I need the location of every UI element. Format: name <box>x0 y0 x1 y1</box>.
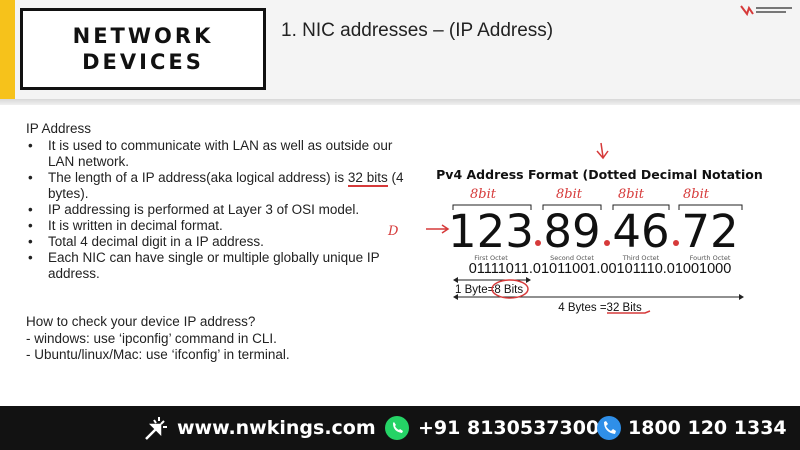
binary-representation: 01111011.01011001.00101110.01001000 <box>469 261 732 277</box>
howto-unix: - Ubuntu/linux/Mac: use ‘ifconfig’ in te… <box>26 347 290 362</box>
header-accent-bar <box>0 0 15 102</box>
bullet-item: IP addressing is performed at Layer 3 of… <box>28 202 408 218</box>
header-shadow <box>0 99 800 105</box>
ip-bullet-list: It is used to communicate with LAN as we… <box>28 138 408 282</box>
bytes-label: 4 Bytes =32 Bits <box>558 302 642 314</box>
ipv4-diagram-svg: IPv4 Address Format (Dotted Decimal Nota… <box>437 167 763 314</box>
howto-section: How to check your device IP address? - w… <box>26 314 290 364</box>
cursor-click-icon <box>145 417 167 440</box>
bullet-item-length: The length of a IP address(aka logical a… <box>28 170 408 202</box>
ipv4-format-diagram: IPv4 Address Format (Dotted Decimal Nota… <box>437 150 763 334</box>
octet-1: 123 <box>448 205 534 258</box>
whatsapp-number[interactable]: +91 8130537300 <box>418 417 599 439</box>
bullet-text: The length of a IP address(aka logical a… <box>48 170 348 185</box>
diagram-title: IPv4 Address Format (Dotted Decimal Nota… <box>437 167 763 182</box>
howto-windows: - windows: use ‘ipconfig’ command in CLI… <box>26 330 277 346</box>
badge-line2: DEVICES <box>82 50 204 74</box>
website-link[interactable]: www.nwkings.com <box>177 417 376 439</box>
bullet-item: It is written in decimal format. <box>28 218 408 234</box>
howto-question: How to check your device IP address? <box>26 314 256 329</box>
ip-address-heading: IP Address <box>26 121 92 136</box>
brand-logo <box>740 5 792 16</box>
highlight-32-bits: 32 bits <box>347 170 388 187</box>
phone-icon <box>597 416 621 440</box>
octet-2: 89 <box>543 205 600 258</box>
whatsapp-icon <box>385 416 409 440</box>
octet-3: 46 <box>612 205 669 258</box>
network-devices-badge: NETWORK DEVICES <box>20 8 266 90</box>
badge-line1: NETWORK <box>72 24 214 48</box>
contact-footer: www.nwkings.com +91 8130537300 1800 120 … <box>0 406 800 450</box>
phone-number[interactable]: 1800 120 1334 <box>628 417 787 439</box>
byte-label: 1 Byte=8 Bits <box>455 284 523 296</box>
bullet-item: It is used to communicate with LAN as we… <box>28 138 408 170</box>
slide-title: 1. NIC addresses – (IP Address) <box>281 20 554 41</box>
bullet-item: Each NIC can have single or multiple glo… <box>28 250 408 282</box>
byte-arrow <box>453 277 531 283</box>
octet-4: 72 <box>681 205 738 258</box>
bullet-item: Total 4 decimal digit in a IP address. <box>28 234 408 250</box>
